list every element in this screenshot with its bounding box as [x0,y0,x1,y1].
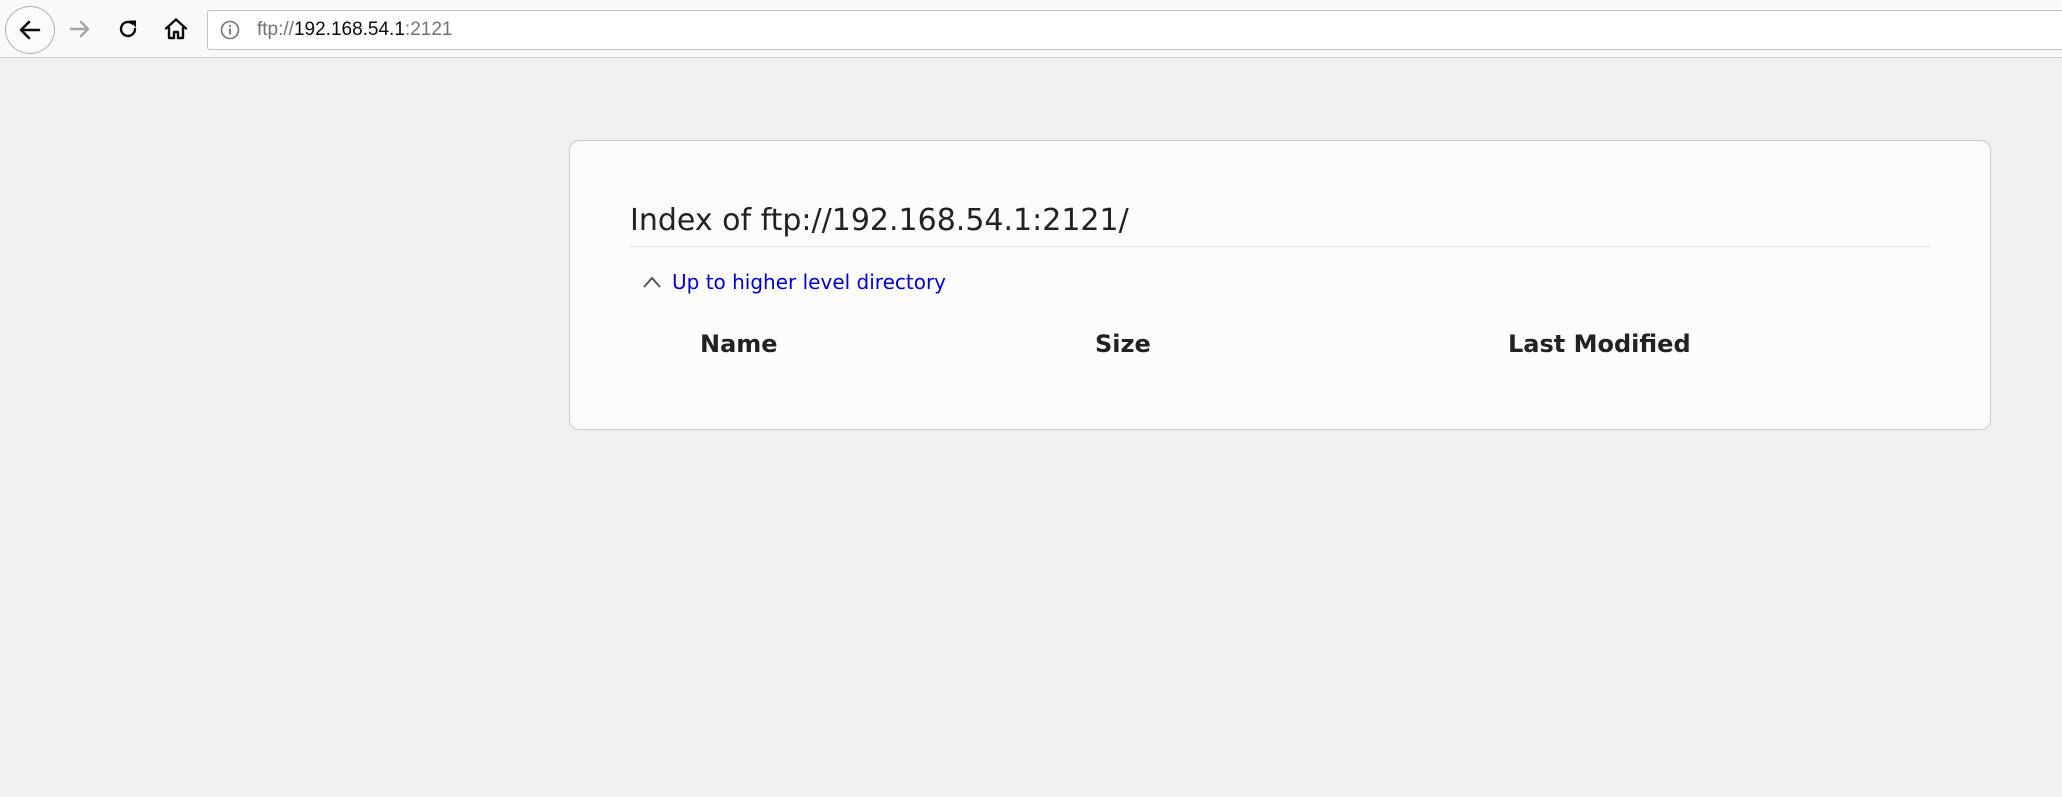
forward-arrow-icon [69,20,90,38]
page-title: Index of ftp://192.168.54.1:2121/ [630,203,1129,238]
home-button[interactable] [160,10,192,48]
back-button[interactable] [5,6,55,54]
browser-toolbar: ftp://192.168.54.1:2121 [0,0,2062,58]
title-divider [630,246,1930,247]
column-header-name[interactable]: Name [700,329,778,359]
url-scheme: ftp:// [257,19,294,40]
directory-listing-card: Index of ftp://192.168.54.1:2121/ Up to … [569,140,1991,430]
column-header-size[interactable]: Size [1095,329,1151,359]
back-arrow-icon [19,20,41,40]
column-header-last-modified[interactable]: Last Modified [1508,329,1691,359]
chevron-up-icon [643,276,661,288]
address-bar[interactable]: ftp://192.168.54.1:2121 [207,10,2062,50]
reload-button[interactable] [112,10,144,48]
info-icon[interactable] [219,19,241,41]
home-icon [164,18,188,40]
up-directory-link[interactable]: Up to higher level directory [642,269,946,295]
url-host: 192.168.54.1 [293,19,405,40]
up-directory-label: Up to higher level directory [672,270,947,294]
url-port: :2121 [404,19,453,40]
forward-button[interactable] [64,10,96,48]
url-text[interactable]: ftp://192.168.54.1:2121 [257,19,452,41]
reload-icon [119,20,137,38]
